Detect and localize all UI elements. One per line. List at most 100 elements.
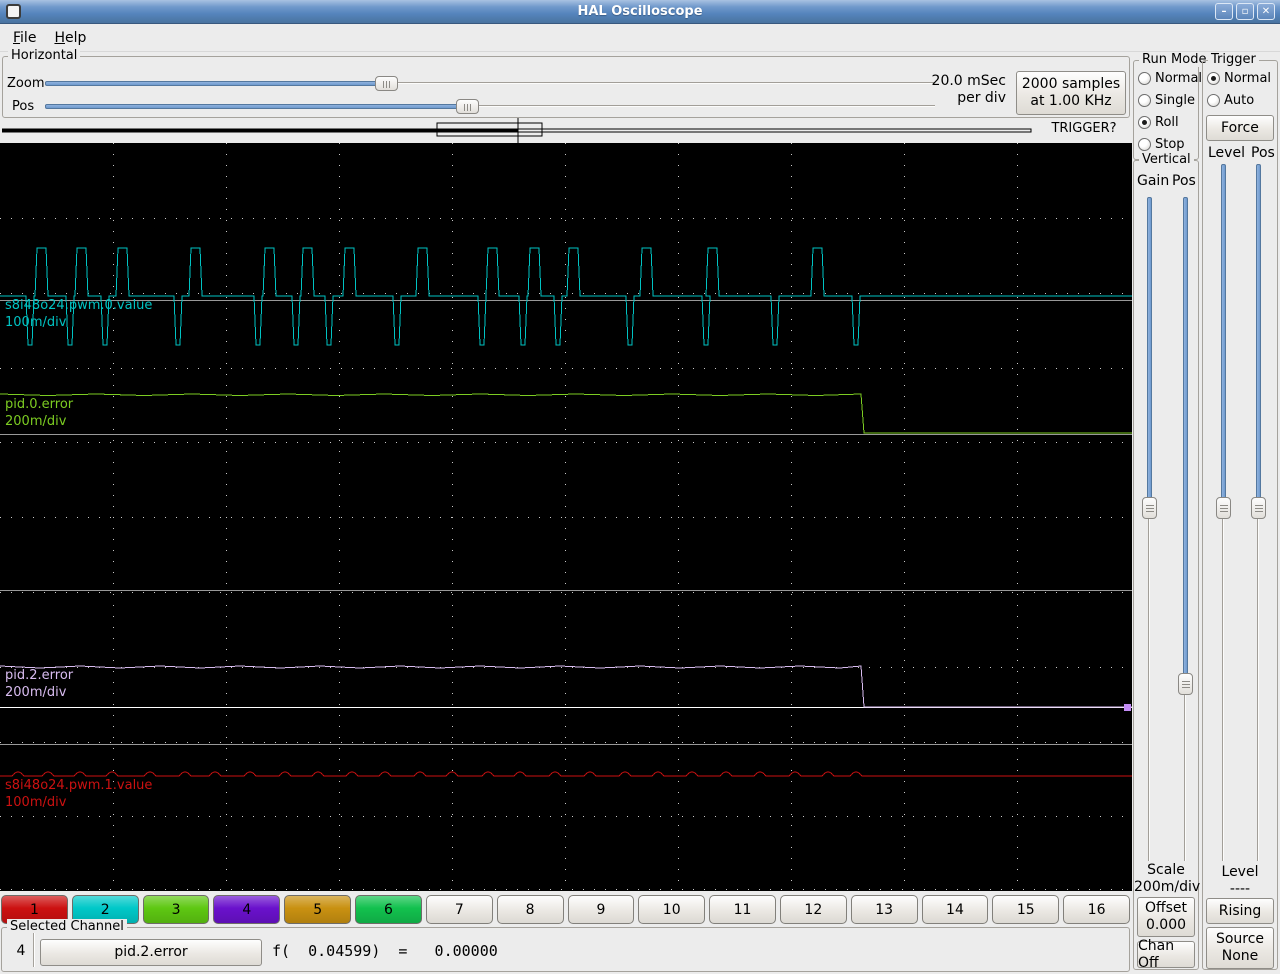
run-mode-option-label: Normal — [1155, 71, 1203, 86]
scope-canvas[interactable]: s8i48o24.pwm.0.value 100m/div pid.0.error 2… — [0, 143, 1132, 891]
channel-button-8[interactable]: 8 — [496, 895, 564, 924]
trigger-level-label: Level — [1221, 864, 1259, 880]
source-line1: Source — [1215, 931, 1265, 947]
gain-col-label: Gain — [1137, 173, 1170, 189]
minimize-icon[interactable]: – — [1215, 3, 1233, 20]
horizontal-frame: Horizontal Zoom Pos 20.0 mSec per div 20… — [2, 48, 1130, 118]
channel-button-10[interactable]: 10 — [638, 895, 706, 924]
channel-button-12[interactable]: 12 — [779, 895, 847, 924]
scale-label: Scale — [1147, 862, 1185, 878]
scale-value: 200m/div — [1134, 879, 1201, 895]
selected-channel-frame: Selected Channel 4 pid.2.error f( 0.0459… — [1, 919, 1130, 972]
radio-selected-icon[interactable] — [1207, 72, 1220, 85]
trigger-level-handle[interactable] — [1216, 497, 1231, 519]
samples-line2: at 1.00 KHz — [1030, 93, 1112, 109]
maximize-icon[interactable]: ▫ — [1236, 3, 1254, 20]
gain-slider-handle[interactable] — [1142, 497, 1157, 519]
channel-button-9[interactable]: 9 — [567, 895, 635, 924]
trace-name-label: s8i48o24.pwm.0.value — [5, 298, 152, 313]
selected-channel-number: 4 — [16, 943, 26, 959]
horizontal-pos-slider[interactable] — [45, 99, 935, 114]
trace-scale-label: 100m/div — [5, 795, 67, 810]
trigger-level-value: ---- — [1229, 881, 1251, 897]
chan-off-button[interactable]: Chan Off — [1137, 938, 1195, 971]
trace-end-marker — [1124, 704, 1131, 711]
source-line2: None — [1221, 948, 1259, 964]
trigger-option-label: Normal — [1224, 71, 1272, 86]
run-mode-option-label: Single — [1155, 93, 1195, 108]
vertical-pos-slider[interactable] — [1178, 197, 1193, 861]
channel-button-14[interactable]: 14 — [921, 895, 989, 924]
samples-button[interactable]: 2000 samples at 1.00 KHz — [1016, 71, 1126, 115]
scope-plot: s8i48o24.pwm.0.value 100m/div pid.0.error 2… — [0, 143, 1132, 891]
vertical-gain-slider[interactable] — [1142, 197, 1157, 861]
trace-name-label: pid.2.error — [5, 668, 74, 683]
trigger-option-auto[interactable]: Auto — [1207, 93, 1271, 108]
trigger-level-col-label: Level — [1208, 145, 1245, 161]
slider-fill — [45, 81, 386, 86]
channel-button-13[interactable]: 13 — [850, 895, 918, 924]
trigger-query-button[interactable]: TRIGGER? — [1038, 121, 1130, 136]
channel-button-4[interactable]: 4 — [213, 895, 281, 924]
radio-unselected-icon[interactable] — [1138, 72, 1151, 85]
trace-scale-label: 200m/div — [5, 414, 67, 429]
channel-button-6[interactable]: 6 — [355, 895, 422, 924]
channel-button-row: 1 2 3 4 5 6 7 8 9 10 11 12 13 14 15 16 — [1, 895, 1130, 924]
run-mode-option-roll[interactable]: Roll — [1138, 115, 1202, 130]
trigger-pos-slider[interactable] — [1251, 164, 1266, 861]
channel-button-5[interactable]: 5 — [284, 895, 352, 924]
record-position-bar[interactable] — [0, 118, 1035, 143]
menu-file[interactable]: File — [4, 27, 45, 49]
menu-bar: File Help — [0, 25, 1280, 52]
channel-button-7[interactable]: 7 — [425, 895, 493, 924]
pos-slider-handle[interactable] — [456, 99, 479, 114]
vertical-pos-handle[interactable] — [1178, 673, 1193, 695]
timebase-unit: per div — [957, 90, 1006, 106]
close-icon[interactable]: ✕ — [1257, 3, 1275, 20]
run-mode-option-label: Roll — [1155, 115, 1179, 130]
trace-scale-label: 100m/div — [5, 315, 67, 330]
source-button[interactable]: Source None — [1206, 927, 1274, 969]
channel-button-11[interactable]: 11 — [709, 895, 776, 924]
slider-fill — [1183, 197, 1188, 684]
offset-line2: 0.000 — [1145, 917, 1187, 933]
trigger-pos-col-label: Pos — [1251, 145, 1275, 161]
run-mode-frame: Run Mode Normal Single Roll Stop — [1133, 52, 1210, 160]
channel-button-16[interactable]: 16 — [1063, 895, 1130, 924]
trace-scale-label: 200m/div — [5, 685, 67, 700]
channel-name-button[interactable]: pid.2.error — [40, 939, 262, 966]
vertical-frame: Vertical Gain Pos Scale 200m/div Offset … — [1133, 152, 1201, 971]
radio-unselected-icon[interactable] — [1138, 94, 1151, 107]
radio-unselected-icon[interactable] — [1207, 94, 1220, 107]
run-mode-option-single[interactable]: Single — [1138, 93, 1202, 108]
slider-fill — [1147, 197, 1152, 508]
trigger-option-label: Auto — [1224, 93, 1255, 108]
horizontal-frame-label: Horizontal — [8, 48, 81, 63]
channel-button-3[interactable]: 3 — [142, 895, 210, 924]
force-button[interactable]: Force — [1206, 115, 1274, 141]
window-title: HAL Oscilloscope — [577, 4, 703, 19]
run-mode-option-normal[interactable]: Normal — [1138, 71, 1202, 86]
samples-line1: 2000 samples — [1021, 76, 1121, 92]
menu-help[interactable]: Help — [45, 27, 95, 49]
radio-selected-icon[interactable] — [1138, 116, 1151, 129]
run-mode-option-label: Stop — [1155, 137, 1185, 152]
trigger-level-slider[interactable] — [1216, 164, 1231, 861]
hal-oscilloscope-window: HAL Oscilloscope – ▫ ✕ File Help Horizon… — [0, 0, 1280, 974]
radio-unselected-icon[interactable] — [1138, 138, 1151, 151]
timebase-readout: 20.0 mSec per div — [932, 73, 1006, 107]
trigger-pos-handle[interactable] — [1251, 497, 1266, 519]
rising-button[interactable]: Rising — [1206, 898, 1274, 924]
selected-channel-frame-label: Selected Channel — [7, 919, 127, 934]
offset-button[interactable]: Offset 0.000 — [1137, 897, 1195, 937]
slider-fill — [45, 104, 467, 109]
zoom-slider-handle[interactable] — [375, 76, 398, 91]
horizontal-zoom-slider[interactable] — [45, 76, 935, 91]
slider-fill — [1221, 164, 1226, 508]
channel-button-15[interactable]: 15 — [992, 895, 1060, 924]
slider-fill — [1256, 164, 1261, 508]
title-bar[interactable]: HAL Oscilloscope – ▫ ✕ — [0, 0, 1280, 24]
timebase-value: 20.0 mSec — [931, 73, 1006, 89]
run-mode-option-stop[interactable]: Stop — [1138, 137, 1202, 152]
trigger-option-normal[interactable]: Normal — [1207, 71, 1271, 86]
